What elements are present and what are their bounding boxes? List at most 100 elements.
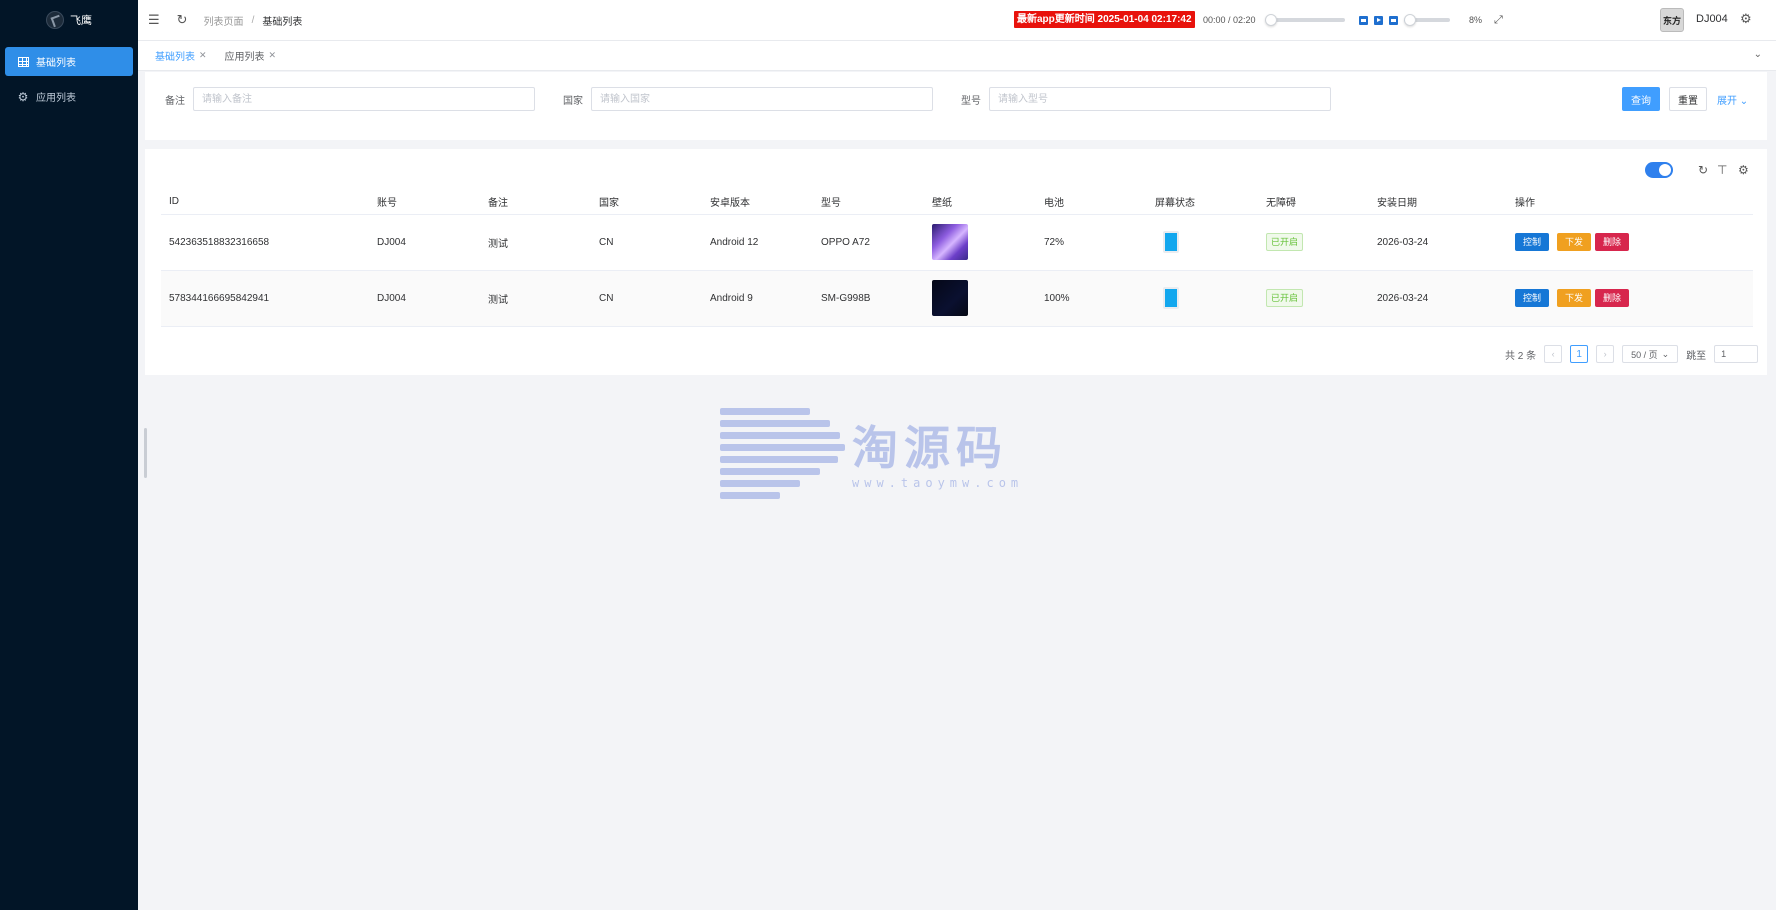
column-header: 备注 xyxy=(480,189,591,215)
tab-label: 应用列表 xyxy=(224,52,265,63)
breadcrumb-current: 基础列表 xyxy=(262,16,303,28)
cell-install-date: 2026-03-24 xyxy=(1369,270,1507,327)
watermark: 淘源码 www.taoymw.com xyxy=(720,406,1060,506)
cell-install-date: 2026-03-24 xyxy=(1369,214,1507,271)
volume-slider[interactable] xyxy=(1404,14,1450,26)
table-grid-icon xyxy=(17,56,29,68)
cell-battery: 72% xyxy=(1036,214,1147,271)
cell-screen-status xyxy=(1147,270,1258,327)
pagination-total: 共 2 条 xyxy=(1505,350,1537,362)
next-page-icon[interactable]: › xyxy=(1596,345,1615,363)
control-button[interactable]: 控制 xyxy=(1515,289,1550,307)
cell-accessibility: 已开启 xyxy=(1258,214,1369,271)
cell-country: CN xyxy=(591,270,702,327)
search-panel: 备注 国家 型号 查询 重置 展开 ⌄ xyxy=(145,72,1767,140)
resize-handle[interactable] xyxy=(144,428,147,478)
cell-wallpaper xyxy=(924,214,1036,271)
column-header: 型号 xyxy=(813,189,924,215)
remark-field: 备注 xyxy=(145,87,535,111)
cell-wallpaper xyxy=(924,270,1036,327)
column-header: 无障碍 xyxy=(1258,189,1369,215)
column-header: 壁纸 xyxy=(924,189,1036,215)
settings-gear-icon[interactable]: ⚙ xyxy=(1740,11,1752,27)
column-header: 国家 xyxy=(591,189,702,215)
sidebar-item-label: 应用列表 xyxy=(36,93,76,104)
column-header: 安卓版本 xyxy=(702,189,813,215)
sidebar-item-basic-list[interactable]: 基础列表 xyxy=(5,47,133,76)
sidebar-item-label: 基础列表 xyxy=(36,58,76,69)
status-badge: 已开启 xyxy=(1266,233,1304,251)
screen-on-icon xyxy=(1163,287,1179,309)
column-header: 电池 xyxy=(1036,189,1147,215)
next-icon[interactable] xyxy=(1389,15,1398,25)
query-button[interactable]: 查询 xyxy=(1622,87,1660,111)
chevron-down-icon: ⌄ xyxy=(1661,348,1670,359)
wallpaper-thumbnail[interactable] xyxy=(932,280,968,316)
wallpaper-thumbnail[interactable] xyxy=(932,224,968,260)
auto-refresh-toggle[interactable] xyxy=(1645,162,1673,178)
close-icon[interactable]: ✕ xyxy=(269,50,277,61)
prev-page-icon[interactable]: ‹ xyxy=(1544,345,1563,363)
refresh-icon[interactable]: ↻ xyxy=(1698,163,1708,177)
model-input[interactable] xyxy=(989,87,1331,111)
sidebar: 飞鹰 基础列表 ⚙ 应用列表 xyxy=(0,0,138,910)
column-settings-icon[interactable]: ⚙ xyxy=(1738,163,1749,177)
country-field: 国家 xyxy=(543,87,933,111)
delete-button[interactable]: 删除 xyxy=(1595,233,1630,251)
remark-input[interactable] xyxy=(193,87,535,111)
tab-app-list[interactable]: 应用列表 ✕ xyxy=(218,46,284,66)
app-name: 飞鹰 xyxy=(70,15,92,27)
cell-account: DJ004 xyxy=(369,214,480,271)
status-badge: 已开启 xyxy=(1266,289,1304,307)
player-progress-slider[interactable] xyxy=(1265,14,1345,26)
fullscreen-icon[interactable]: ⤢ xyxy=(1494,14,1503,27)
top-header: ☰ ↻ 列表页面 / 基础列表 xyxy=(138,0,1776,41)
breadcrumb-item[interactable]: 列表页面 xyxy=(204,13,244,28)
remark-label: 备注 xyxy=(165,95,185,107)
cell-id: 578344166695842941 xyxy=(161,270,369,327)
username[interactable]: DJ004 xyxy=(1696,13,1728,25)
close-icon[interactable]: ✕ xyxy=(199,50,207,61)
tab-basic-list[interactable]: 基础列表 ✕ xyxy=(148,46,214,66)
eagle-logo-icon xyxy=(46,11,64,29)
table-row: 542363518832316658 DJ004 测试 CN Android 1… xyxy=(161,214,1753,271)
watermark-logo-icon xyxy=(720,408,850,504)
progress-knob[interactable] xyxy=(1265,14,1277,26)
cell-android: Android 12 xyxy=(702,214,813,271)
jump-label: 跳至 xyxy=(1686,350,1707,362)
cell-actions: 控制 下发 删除 xyxy=(1507,270,1753,327)
breadcrumb: 列表页面 / 基础列表 xyxy=(204,13,303,28)
player-time: 00:00 / 02:20 xyxy=(1203,15,1256,25)
send-button[interactable]: 下发 xyxy=(1557,233,1592,251)
collapse-menu-icon[interactable]: ☰ xyxy=(148,12,160,28)
watermark-url: www.taoymw.com xyxy=(852,476,1024,490)
jump-input[interactable]: 1 xyxy=(1714,345,1759,363)
pagination: 共 2 条 ‹ 1 › 50 / 页 ⌄ 跳至 1 xyxy=(1505,345,1759,363)
chevron-down-icon: ⌄ xyxy=(1739,96,1749,107)
send-button[interactable]: 下发 xyxy=(1557,289,1592,307)
cell-accessibility: 已开启 xyxy=(1258,270,1369,327)
tab-label: 基础列表 xyxy=(155,52,195,63)
screen-on-icon xyxy=(1163,231,1179,253)
expand-toggle[interactable]: 展开 ⌄ xyxy=(1717,92,1748,107)
expand-label: 展开 xyxy=(1717,96,1737,107)
cell-screen-status xyxy=(1147,214,1258,271)
country-input[interactable] xyxy=(591,87,933,111)
table-row: 578344166695842941 DJ004 测试 CN Android 9… xyxy=(161,270,1753,327)
page-number[interactable]: 1 xyxy=(1570,345,1589,363)
refresh-icon[interactable]: ↻ xyxy=(177,12,188,28)
page-size-select[interactable]: 50 / 页 ⌄ xyxy=(1622,345,1679,363)
audio-player: 00:00 / 02:20 8% ⤢ xyxy=(1203,11,1503,29)
prev-icon[interactable] xyxy=(1359,15,1368,25)
delete-button[interactable]: 删除 xyxy=(1595,289,1630,307)
model-label: 型号 xyxy=(961,95,981,107)
play-icon[interactable] xyxy=(1374,15,1383,25)
control-button[interactable]: 控制 xyxy=(1515,233,1550,251)
density-icon[interactable]: ⊤ xyxy=(1717,163,1727,177)
volume-knob[interactable] xyxy=(1404,14,1416,26)
app-logo[interactable]: 飞鹰 xyxy=(0,0,138,40)
sidebar-item-app-list[interactable]: ⚙ 应用列表 xyxy=(5,82,133,111)
chevron-down-icon[interactable]: ⌄ xyxy=(1754,49,1762,60)
reset-button[interactable]: 重置 xyxy=(1669,87,1707,111)
avatar[interactable]: 东方 xyxy=(1660,8,1684,32)
